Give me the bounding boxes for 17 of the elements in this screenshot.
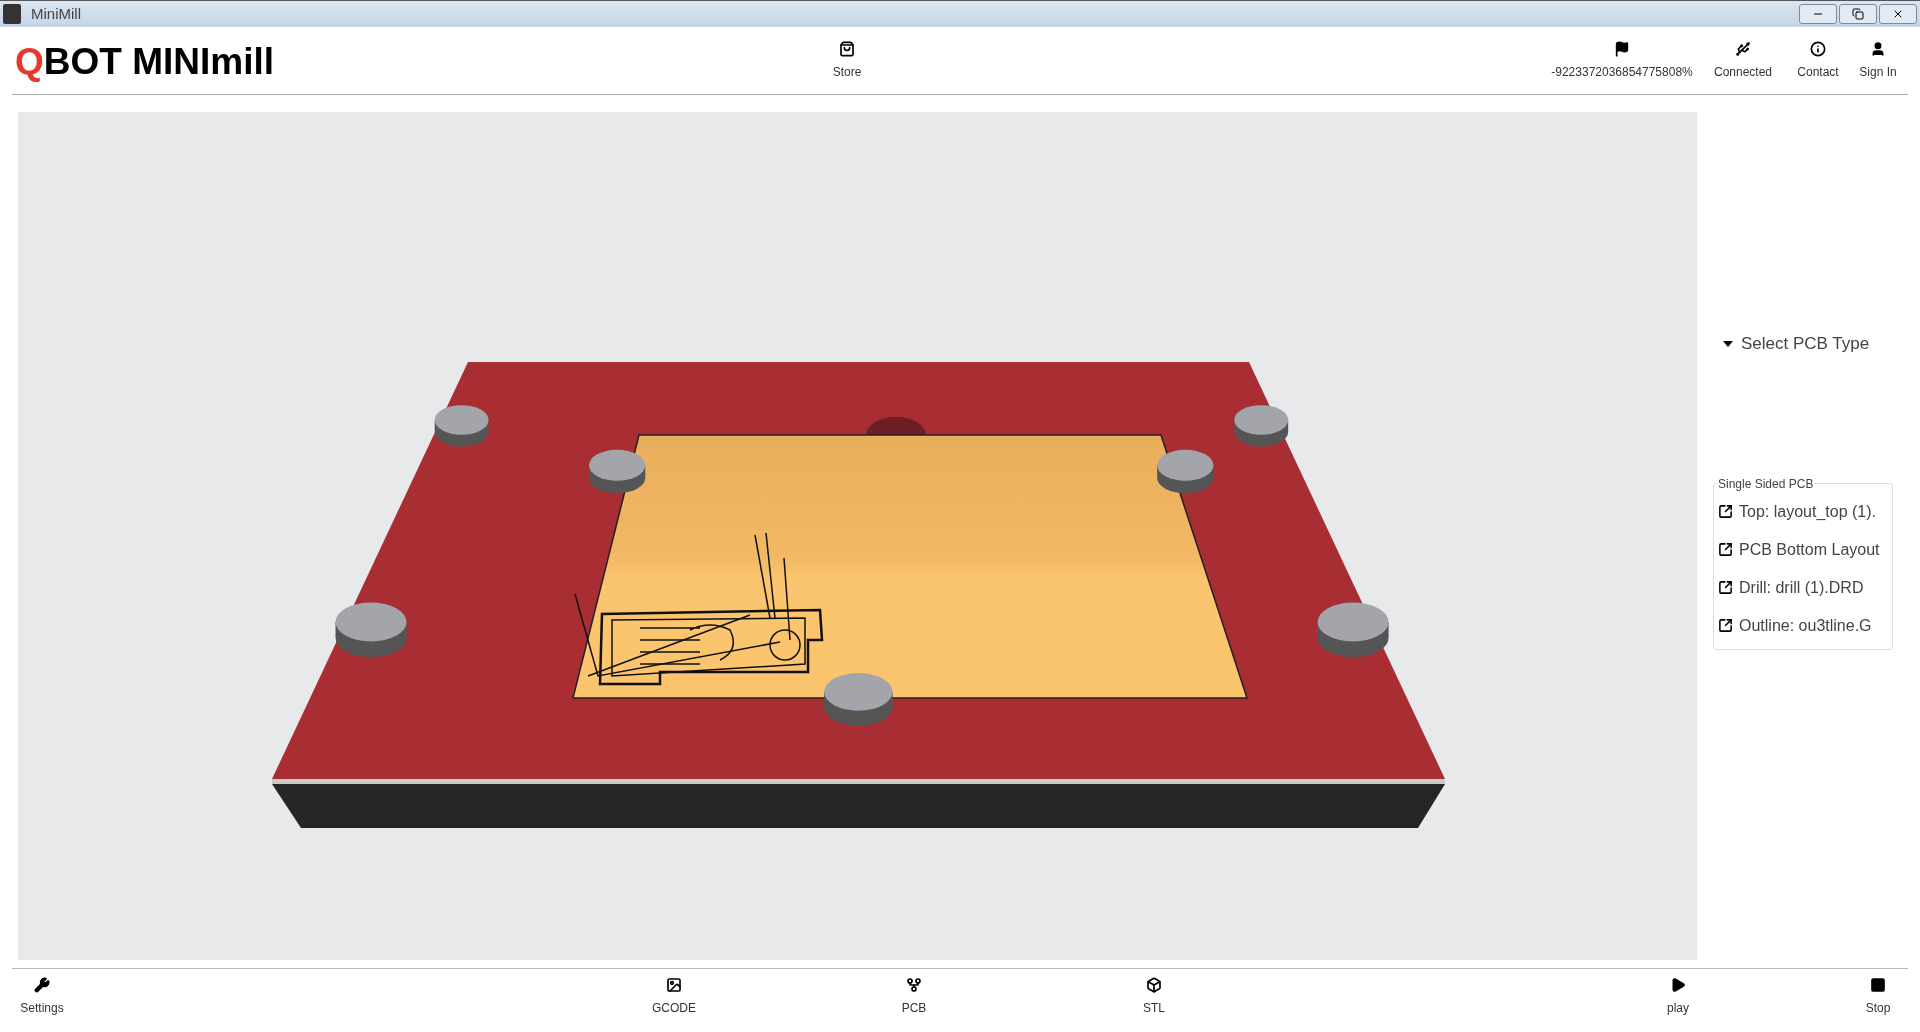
file-link[interactable]: PCB Bottom Layout	[1718, 530, 1880, 569]
nav-item[interactable]: play	[1648, 977, 1708, 1017]
app-logo: QBOT MINImill	[15, 43, 274, 80]
nav-item[interactable]: GCODE	[644, 977, 704, 1017]
file-link[interactable]: Top: layout_top (1).	[1718, 492, 1876, 531]
nav-item[interactable]: Stop	[1848, 977, 1908, 1017]
nav-item[interactable]: PCB	[884, 977, 944, 1017]
nav-item[interactable]: Settings	[12, 977, 72, 1017]
window-title: MiniMill	[31, 3, 81, 24]
file-link[interactable]: Drill: drill (1).DRD	[1718, 568, 1864, 607]
nav-item[interactable]: Store	[817, 40, 877, 81]
file-link[interactable]: Outline: ou3tline.G	[1718, 606, 1872, 645]
nav-item[interactable]: STL	[1124, 977, 1184, 1017]
nav-item[interactable]: Sign In	[1848, 40, 1908, 81]
nav-item[interactable]: Contact	[1788, 40, 1848, 81]
pcb-type-dropdown[interactable]: Select PCB Type	[1723, 331, 1912, 357]
group-legend: Single Sided PCB	[1717, 475, 1815, 493]
